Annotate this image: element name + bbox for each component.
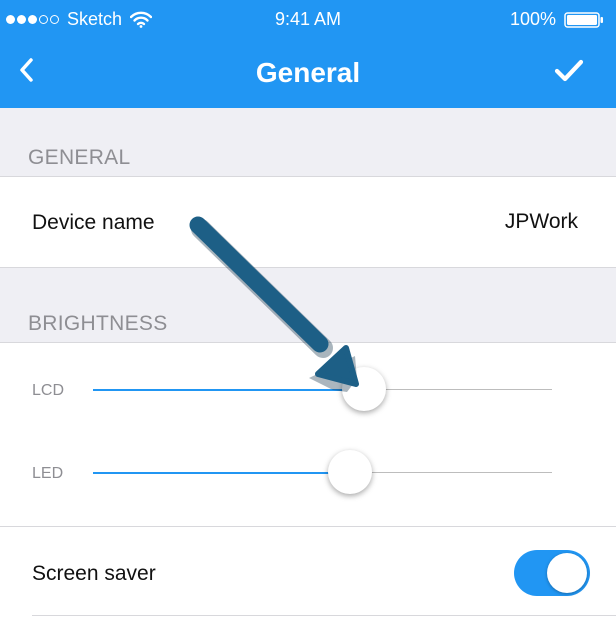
device-name-row[interactable]: Device name JPWork	[0, 176, 616, 268]
section-header-brightness: BRIGHTNESS	[28, 312, 168, 335]
lcd-slider-fill	[93, 388, 364, 391]
led-slider-fill	[93, 471, 351, 474]
led-slider-track[interactable]	[93, 450, 552, 494]
device-name-value: JPWork	[504, 210, 578, 233]
lcd-slider-track[interactable]	[93, 367, 552, 411]
screen-saver-label: Screen saver	[32, 562, 156, 585]
nav-bar: General	[0, 40, 616, 108]
lcd-label: LCD	[32, 382, 65, 399]
device-name-label: Device name	[32, 211, 155, 234]
status-right: 100%	[510, 9, 604, 30]
row-divider	[0, 526, 616, 527]
screen-saver-toggle[interactable]	[514, 550, 590, 596]
toggle-knob	[547, 553, 587, 593]
section-header-general: GENERAL	[28, 146, 131, 169]
page-title: General	[255, 57, 361, 88]
row-divider	[32, 615, 616, 616]
checkmark-icon[interactable]	[554, 56, 584, 86]
brightness-card: LCD LED Screen saver	[0, 342, 616, 618]
chevron-left-icon[interactable]	[14, 54, 42, 86]
led-label: LED	[32, 465, 64, 482]
led-slider-thumb[interactable]	[328, 450, 373, 494]
battery-percent: 100%	[509, 9, 556, 29]
battery-icon	[564, 11, 603, 28]
status-bar: Sketch 9:41 AM 100%	[0, 0, 616, 40]
lcd-slider-thumb[interactable]	[341, 367, 386, 411]
